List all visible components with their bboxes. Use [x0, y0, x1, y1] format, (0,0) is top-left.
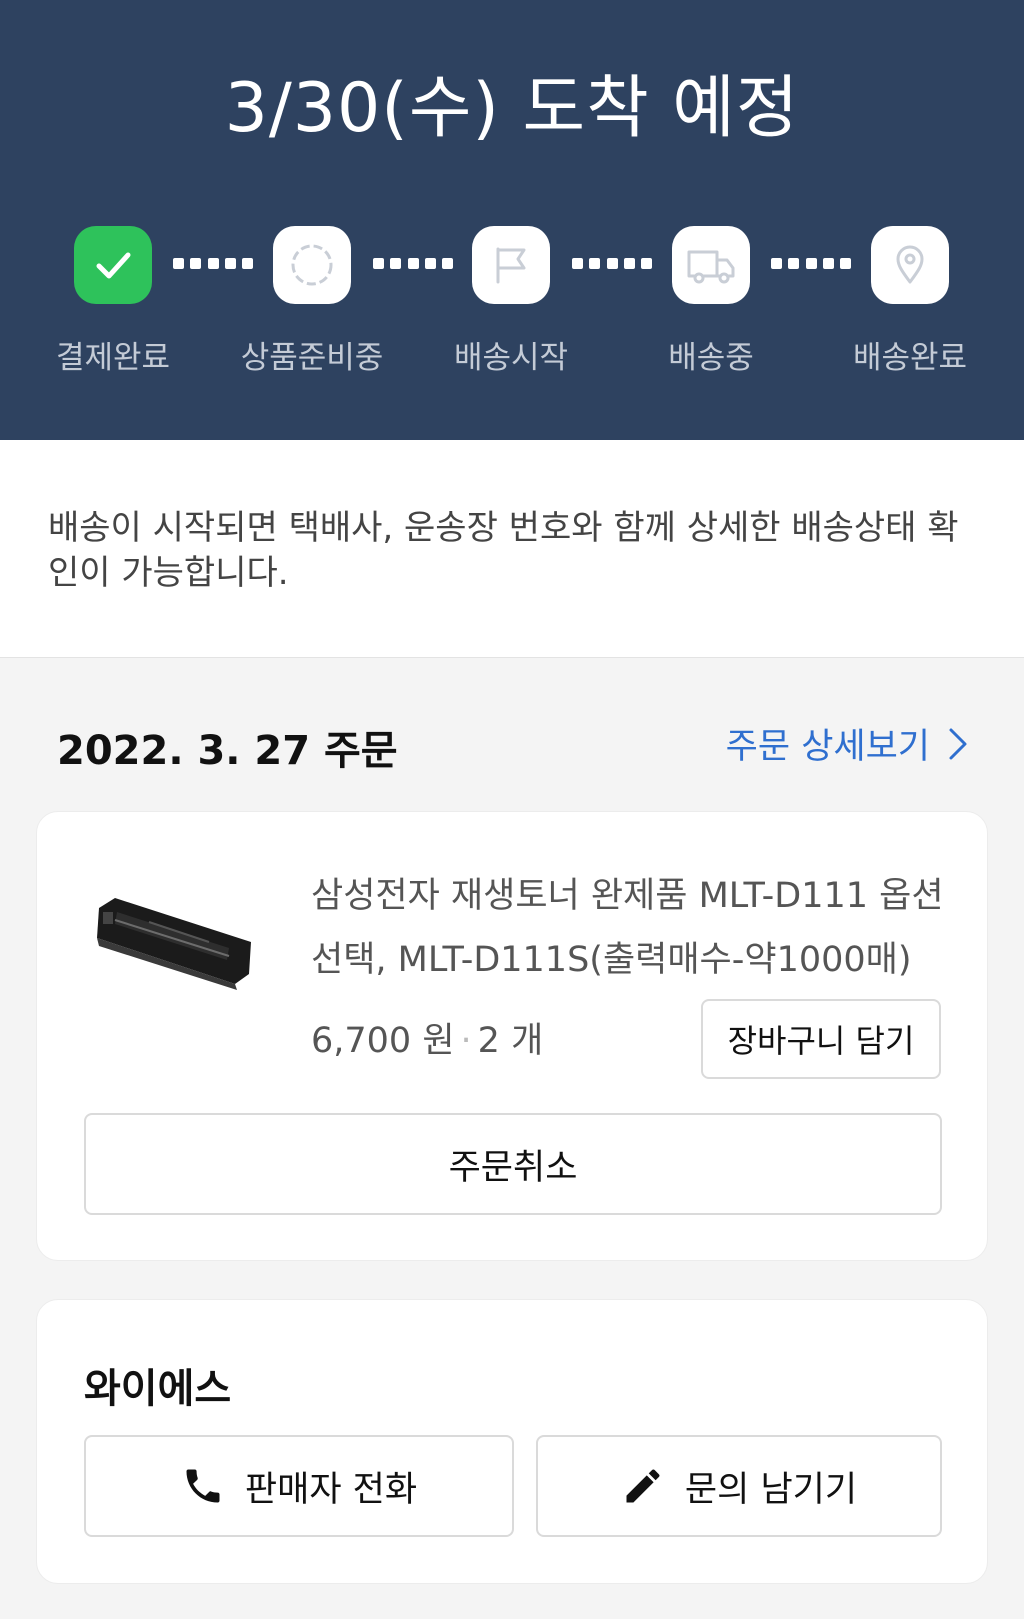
seller-name: 와이에스 [84, 1366, 232, 1412]
product-name[interactable]: 삼성전자 재생토너 완제품 MLT-D111 옵션선택, MLT-D111S(출… [311, 864, 951, 992]
location-pin-icon [896, 245, 924, 284]
loading-circle-icon [291, 244, 333, 286]
truck-icon [687, 250, 735, 284]
order-item-card: 삼성전자 재생토너 완제품 MLT-D111 옵션선택, MLT-D111S(출… [36, 811, 988, 1261]
cancel-order-button[interactable]: 주문취소 [84, 1113, 942, 1215]
seller-card: 와이에스 판매자 전화 문의 남기기 [36, 1299, 988, 1584]
add-to-cart-button[interactable]: 장바구니 담기 [701, 999, 941, 1079]
pencil-icon [626, 1469, 660, 1503]
step-delivered [871, 226, 949, 304]
order-date: 2022. 3. 27 주문 [57, 728, 398, 774]
price-separator: · [460, 1021, 472, 1061]
phone-icon [186, 1469, 220, 1503]
leave-inquiry-button[interactable]: 문의 남기기 [536, 1435, 942, 1537]
shipping-notice-text: 배송이 시작되면 택배사, 운송장 번호와 함께 상세한 배송상태 확인이 가능… [48, 508, 959, 593]
step-label-shipping-start: 배송시작 [453, 340, 569, 376]
product-image[interactable] [89, 890, 259, 1010]
step-label-in-transit: 배송중 [668, 340, 754, 376]
order-detail-link[interactable]: 주문 상세보기 [726, 718, 968, 769]
delivery-status-header: 3/30(수) 도착 예정 결제완료 상품준비중 배송시작 배송중 배송완료 [0, 0, 1024, 440]
step-connector [373, 258, 453, 270]
order-detail-link-label: 주문 상세보기 [725, 727, 930, 767]
shipping-notice: 배송이 시작되면 택배사, 운송장 번호와 함께 상세한 배송상태 확인이 가능… [0, 440, 1024, 658]
leave-inquiry-label: 문의 남기기 [684, 1469, 858, 1510]
call-seller-label: 판매자 전화 [244, 1469, 418, 1510]
toner-cartridge-image [97, 898, 251, 990]
flag-icon [496, 247, 526, 284]
call-seller-button[interactable]: 판매자 전화 [84, 1435, 514, 1537]
product-price: 6,700 원 [311, 1021, 455, 1061]
check-icon [96, 252, 131, 279]
step-preparing [273, 226, 351, 304]
step-in-transit [672, 226, 750, 304]
product-price-quantity: 6,700 원 · 2 개 [311, 1012, 543, 1063]
step-connector [572, 258, 652, 270]
step-connector [173, 258, 253, 270]
step-label-preparing: 상품준비중 [240, 340, 384, 376]
product-quantity: 2 개 [477, 1021, 544, 1061]
step-payment-complete [74, 226, 152, 304]
step-label-payment-complete: 결제완료 [55, 340, 171, 376]
chevron-right-icon [949, 728, 967, 759]
step-shipping-start [472, 226, 550, 304]
step-label-delivered: 배송완료 [852, 340, 968, 376]
step-connector [771, 258, 851, 270]
arrival-date-title: 3/30(수) 도착 예정 [224, 69, 800, 148]
